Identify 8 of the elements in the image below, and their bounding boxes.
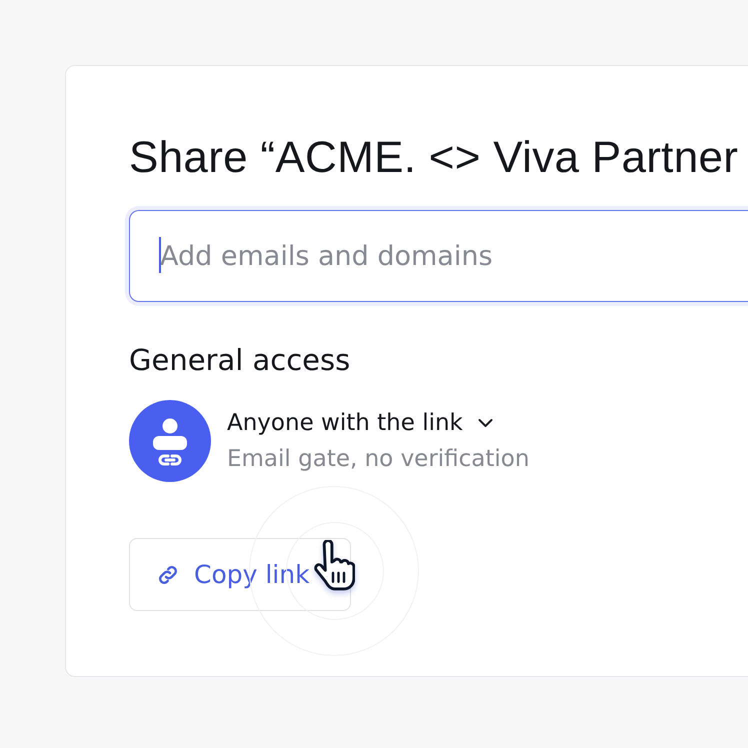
email-input-field[interactable]: Add emails and domains — [129, 210, 748, 302]
section-heading: General access — [129, 342, 352, 378]
dialog-title: Share “ACME. <> Viva Partner — [129, 132, 740, 184]
chevron-down-icon — [476, 418, 494, 428]
copy-link-button[interactable]: Copy link — [129, 538, 351, 611]
access-description: Email gate, no verification — [227, 445, 530, 474]
access-dropdown[interactable]: Anyone with the link — [227, 408, 530, 438]
user-link-icon — [129, 400, 211, 482]
